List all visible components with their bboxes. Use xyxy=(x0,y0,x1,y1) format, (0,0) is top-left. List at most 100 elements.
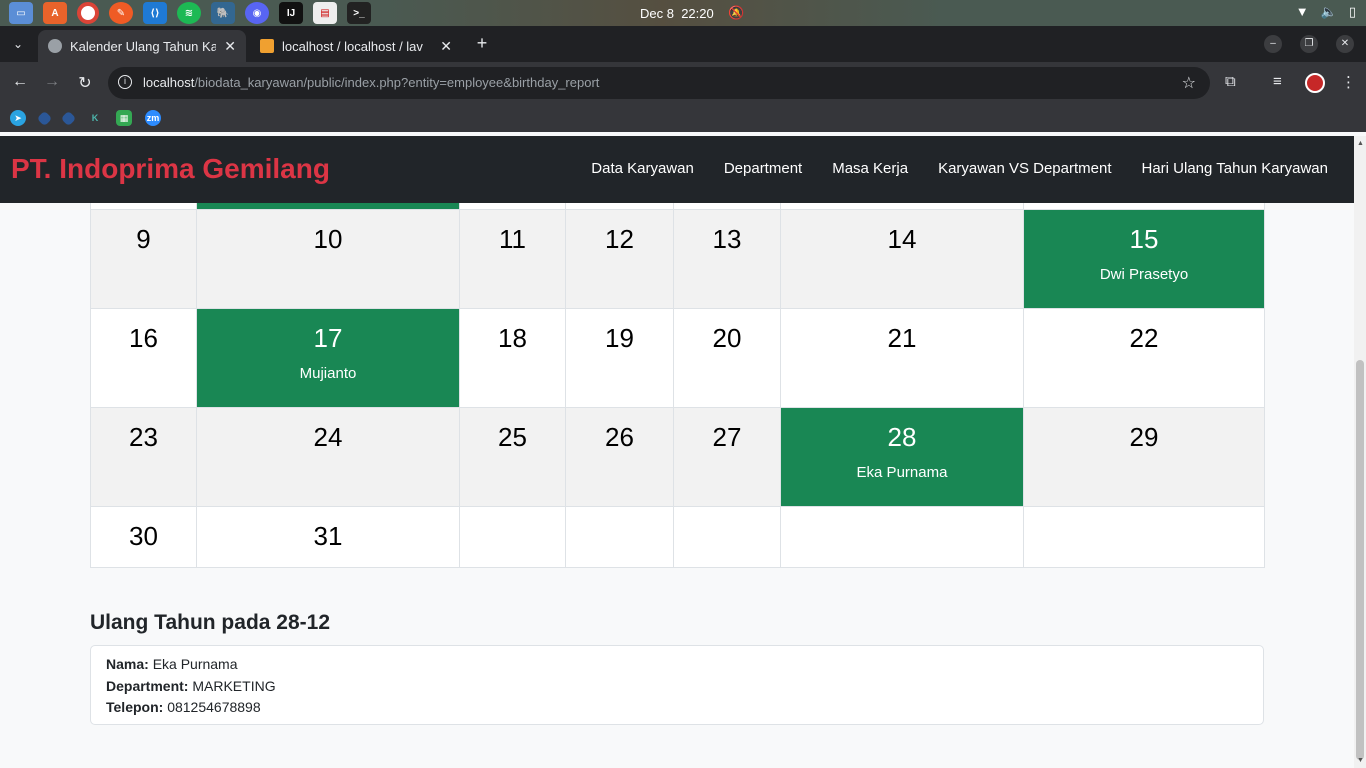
address-bar[interactable]: i localhost/biodata_karyawan/public/inde… xyxy=(108,67,1210,99)
calendar-day-cell[interactable]: 18 xyxy=(459,308,566,408)
page-viewport: 9 10 11 12 13 14 15 Dwi Prasetyo 16 17 Muj… xyxy=(0,136,1354,768)
calendar-day-cell[interactable]: 10 xyxy=(196,209,460,309)
page-scrollbar[interactable]: ▲ ▼ xyxy=(1354,136,1366,768)
calendar-week-row: 9 10 11 12 13 14 15 Dwi Prasetyo xyxy=(90,209,1265,309)
document-icon[interactable]: ▤ xyxy=(313,2,337,24)
reload-icon[interactable]: ↻ xyxy=(75,73,95,93)
chrome-icon[interactable] xyxy=(77,2,99,24)
calendar-day-cell-birthday[interactable]: 17 Mujianto xyxy=(196,308,460,408)
bell-off-icon[interactable]: 🔕 xyxy=(728,5,744,21)
calendar-day-cell[interactable]: 12 xyxy=(565,209,674,309)
calendar-day-cell[interactable]: 29 xyxy=(1023,407,1265,507)
calendar-day-cell[interactable]: 9 xyxy=(90,209,197,309)
nav-link-hari-ulang-tahun[interactable]: Hari Ulang Tahun Karyawan xyxy=(1142,160,1329,177)
intellij-icon[interactable]: IJ xyxy=(279,2,303,24)
birthday-employee-name: Eka Purnama xyxy=(856,464,948,481)
calendar-day-cell[interactable]: 20 xyxy=(673,308,781,408)
site-info-icon[interactable]: i xyxy=(118,75,132,89)
detail-phone-label: Telepon: xyxy=(106,699,164,715)
nav-link-masa-kerja[interactable]: Masa Kerja xyxy=(832,160,908,177)
zoom-icon[interactable]: zm xyxy=(145,110,161,126)
day-number: 31 xyxy=(313,521,343,551)
volume-icon: 🔈 xyxy=(1320,4,1337,19)
scrollbar-thumb[interactable] xyxy=(1356,360,1364,760)
url-host: localhost xyxy=(143,75,195,90)
calendar-day-cell-birthday[interactable]: 28 Eka Purnama xyxy=(780,407,1024,507)
phpmyadmin-icon xyxy=(260,39,274,53)
discord-icon[interactable]: ◉ xyxy=(245,2,269,24)
system-tray[interactable]: ▼ 🔈 ▯ xyxy=(1296,4,1356,20)
calendar-day-cell-birthday[interactable]: 15 Dwi Prasetyo xyxy=(1023,209,1265,309)
telegram-icon[interactable]: ➤ xyxy=(10,110,26,126)
new-tab-plus-icon[interactable]: + xyxy=(472,33,492,54)
kebab-menu-icon[interactable]: ⋮ xyxy=(1341,73,1356,91)
calendar-day-cell[interactable]: 16 xyxy=(90,308,197,408)
kodekita-icon[interactable]: K xyxy=(87,110,103,126)
sheets-icon[interactable]: ▦ xyxy=(116,110,132,126)
tab-kalender[interactable]: Kalender Ulang Tahun Ka ✕ xyxy=(38,30,246,62)
jira-icon[interactable] xyxy=(36,110,53,126)
bookmark-star-icon[interactable]: ☆ xyxy=(1182,73,1196,93)
tab-title: localhost / localhost / lav xyxy=(282,38,423,54)
url-text[interactable]: localhost/biodata_karyawan/public/index.… xyxy=(143,75,599,90)
nav-link-department[interactable]: Department xyxy=(724,160,802,177)
calendar-day-cell[interactable]: 30 xyxy=(90,506,197,568)
calendar-day-cell[interactable]: 25 xyxy=(459,407,566,507)
files-icon[interactable]: ▭ xyxy=(9,2,33,24)
calendar-day-cell[interactable]: 13 xyxy=(673,209,781,309)
vscode-icon[interactable]: ⟨⟩ xyxy=(143,2,167,24)
day-number: 9 xyxy=(136,224,151,254)
app-a-icon[interactable]: A xyxy=(43,2,67,24)
detail-phone-value: 081254678898 xyxy=(167,699,261,715)
calendar-day-cell[interactable]: 31 xyxy=(196,506,460,568)
nav-link-data-karyawan[interactable]: Data Karyawan xyxy=(591,160,694,177)
scroll-down-arrow-icon[interactable]: ▼ xyxy=(1357,757,1364,764)
calendar-day-cell[interactable]: 26 xyxy=(565,407,674,507)
forward-arrow-icon[interactable]: → xyxy=(42,73,62,91)
calendar-day-cell[interactable]: 11 xyxy=(459,209,566,309)
close-tab-icon[interactable]: ✕ xyxy=(440,38,452,55)
close-window-icon[interactable]: ✕ xyxy=(1336,35,1354,53)
calendar-day-cell[interactable]: 19 xyxy=(565,308,674,408)
postman-icon[interactable]: ✎ xyxy=(109,2,133,24)
back-arrow-icon[interactable]: ← xyxy=(10,73,30,91)
restore-icon[interactable]: ❐ xyxy=(1300,35,1318,53)
day-number: 17 xyxy=(313,323,343,353)
day-number: 12 xyxy=(605,224,634,254)
media-queue-icon[interactable]: ≡ xyxy=(1273,73,1282,90)
os-top-bar: ▭ A ✎ ⟨⟩ ≋ 🐘 ◉ IJ ▤ >_ Dec 8 22:20 🔕 ▼ 🔈… xyxy=(0,0,1366,26)
os-clock[interactable]: Dec 8 22:20 xyxy=(640,6,714,21)
calendar-day-cell[interactable]: 23 xyxy=(90,407,197,507)
day-number: 10 xyxy=(313,224,343,254)
calendar-day-cell[interactable]: 14 xyxy=(780,209,1024,309)
profile-avatar[interactable] xyxy=(1305,73,1325,93)
spotify-icon[interactable]: ≋ xyxy=(177,2,201,24)
browser-toolbar: ← → ↻ i localhost/biodata_karyawan/publi… xyxy=(0,62,1366,104)
tab-phpmyadmin[interactable]: localhost / localhost / lav ✕ xyxy=(250,30,462,62)
day-number: 21 xyxy=(887,323,917,353)
day-number: 20 xyxy=(712,323,742,353)
brand-title[interactable]: PT. Indoprima Gemilang xyxy=(11,153,330,185)
calendar-day-cell[interactable]: 27 xyxy=(673,407,781,507)
calendar-day-cell[interactable]: 21 xyxy=(780,308,1024,408)
calendar-day-cell[interactable]: 24 xyxy=(196,407,460,507)
minimize-icon[interactable]: – xyxy=(1264,35,1282,53)
day-number: 30 xyxy=(129,521,158,551)
day-number: 29 xyxy=(1129,422,1159,452)
calendar-day-cell xyxy=(565,506,674,568)
terminal-icon[interactable]: >_ xyxy=(347,2,371,24)
calendar-day-cell[interactable]: 22 xyxy=(1023,308,1265,408)
calendar-day-cell xyxy=(780,506,1024,568)
browser-tab-bar: ⌄ Kalender Ulang Tahun Ka ✕ localhost / … xyxy=(0,26,1366,62)
jira-board-icon[interactable] xyxy=(60,110,77,126)
birthday-detail-title: Ulang Tahun pada 28-12 xyxy=(90,611,330,634)
calendar-day-cell xyxy=(1023,506,1265,568)
close-tab-icon[interactable]: ✕ xyxy=(224,38,236,55)
scroll-up-arrow-icon[interactable]: ▲ xyxy=(1357,140,1364,147)
nav-link-karyawan-vs-department[interactable]: Karyawan VS Department xyxy=(938,160,1111,177)
extensions-icon[interactable]: ⧉ xyxy=(1225,73,1236,90)
pgadmin-icon[interactable]: 🐘 xyxy=(211,2,235,24)
detail-department-label: Department: xyxy=(106,677,189,694)
day-number: 14 xyxy=(887,224,917,254)
tab-search-chevron-icon[interactable]: ⌄ xyxy=(8,34,28,54)
